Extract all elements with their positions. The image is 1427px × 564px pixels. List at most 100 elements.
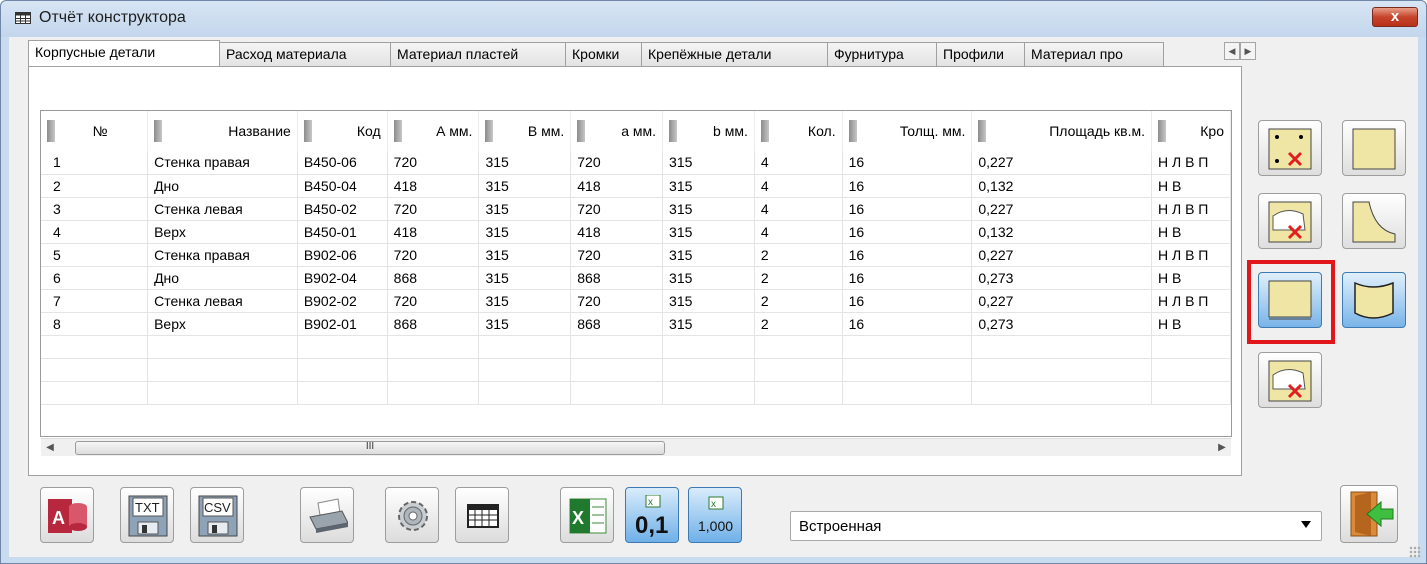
col-header[interactable]: b мм.: [662, 111, 755, 151]
arc-shape-button[interactable]: [1342, 272, 1406, 328]
resize-grip-icon[interactable]: [1409, 546, 1421, 558]
table-cell: B450-01: [297, 220, 388, 244]
tab-edges[interactable]: Кромки: [565, 42, 642, 66]
contour-delete-icon: [1268, 360, 1312, 402]
table-row[interactable]: 3 Стенка левая B450-02 720 315 720 315 4 16 0,227…: [41, 197, 1231, 221]
rectangle-shape-button[interactable]: [1342, 120, 1406, 176]
table-cell: 720: [387, 243, 480, 267]
delete-contour-button-2[interactable]: [1258, 352, 1322, 408]
tab-body-parts[interactable]: Корпусные детали: [28, 40, 220, 66]
curve-shape-icon: [1352, 201, 1396, 243]
table-cell: 4: [754, 197, 843, 221]
tab-hardware[interactable]: Фурнитура: [827, 42, 937, 66]
table-cell: 2: [754, 289, 843, 313]
table-cell: 4: [754, 151, 843, 175]
table-row[interactable]: 1 Стенка правая B450-06 720 315 720 315 4 16 0,22…: [41, 151, 1231, 175]
col-header[interactable]: В мм.: [478, 111, 572, 151]
table-cell: 3: [41, 197, 149, 221]
table-cell: B902-04: [297, 266, 388, 290]
table-cell: B450-02: [297, 197, 388, 221]
panel-icon: [1268, 280, 1312, 320]
empty-cell: [754, 335, 843, 359]
table-cell: Н В: [1151, 312, 1231, 336]
table-row[interactable]: 5 Стенка правая B902-06 720 315 720 315 2 16 0,22…: [41, 243, 1231, 267]
scroll-left-icon[interactable]: ◀: [41, 439, 59, 456]
table-row[interactable]: 4 Верх B450-01 418 315 418 315 4 16 0,132 Н В: [41, 220, 1231, 244]
csv-label: CSV: [204, 500, 231, 515]
tab-scroll-buttons: ◀ ▶: [1224, 42, 1256, 60]
tab-profile-material[interactable]: Материал про: [1024, 42, 1164, 66]
col-header[interactable]: Название: [147, 111, 298, 151]
tab-fasteners[interactable]: Крепёжные детали: [641, 42, 828, 66]
gear-icon: [398, 501, 428, 531]
print-button[interactable]: [300, 487, 354, 543]
delete-contour-button[interactable]: [1258, 193, 1322, 249]
table-cell: 16: [842, 266, 973, 290]
table-row[interactable]: 6 Дно B902-04 868 315 868 315 2 16 0,273 Н В: [41, 266, 1231, 290]
empty-cell: [147, 381, 298, 405]
table-row[interactable]: 8 Верх B902-01 868 315 868 315 2 16 0,273 Н В: [41, 312, 1231, 336]
table-cell: 6: [41, 266, 149, 290]
col-header[interactable]: а мм.: [570, 111, 664, 151]
table-cell: 720: [387, 151, 480, 175]
export-csv-button[interactable]: CSV: [190, 487, 244, 543]
col-header[interactable]: Площадь кв.м.: [971, 111, 1152, 151]
tab-material-usage[interactable]: Расход материала: [219, 42, 391, 66]
table-cell: Стенка правая: [147, 151, 298, 175]
title-bar[interactable]: Отчёт конструктора x: [1, 1, 1426, 37]
table-cell: 0,132: [971, 220, 1152, 244]
col-header[interactable]: Кол.: [754, 111, 843, 151]
col-header[interactable]: Толщ. мм.: [842, 111, 973, 151]
close-button[interactable]: x: [1372, 7, 1418, 27]
table-cell: 315: [478, 312, 572, 336]
export-txt-button[interactable]: TXT: [120, 487, 174, 543]
excel-decimal-icon: x 0,1: [635, 495, 668, 537]
excel-decimal-button[interactable]: x 0,1: [625, 487, 679, 543]
table-cell: 315: [478, 174, 572, 198]
col-header[interactable]: А мм.: [387, 111, 480, 151]
excel-thousand-button[interactable]: x 1,000: [688, 487, 742, 543]
panel-shape-button[interactable]: [1258, 272, 1322, 328]
report-template-select[interactable]: Встроенная: [790, 511, 1322, 541]
tab-scroll-left-icon[interactable]: ◀: [1224, 42, 1240, 60]
table-cell: 720: [570, 243, 664, 267]
table-cell: B450-04: [297, 174, 388, 198]
col-header[interactable]: №: [41, 111, 149, 151]
table-cell: 315: [478, 243, 572, 267]
exit-door-icon: [1350, 491, 1394, 537]
table-cell: Н В: [1151, 220, 1231, 244]
excel-decimal-label: 0,1: [635, 512, 668, 537]
delete-point-button[interactable]: [1258, 120, 1322, 176]
parts-grid[interactable]: № Название Код А мм. В мм. а мм. b мм. К…: [40, 110, 1232, 437]
table-cell: 868: [387, 312, 480, 336]
table-cell: Верх: [147, 220, 298, 244]
table-row[interactable]: 2 Дно B450-04 418 315 418 315 4 16 0,132 Н В: [41, 174, 1231, 198]
arc-shape-icon: [1354, 281, 1394, 319]
chevron-down-icon[interactable]: [1301, 521, 1311, 528]
exit-button[interactable]: [1340, 485, 1398, 543]
table-cell: 418: [387, 174, 480, 198]
tab-profiles[interactable]: Профили: [936, 42, 1025, 66]
table-cell: 4: [754, 220, 843, 244]
table-cell: 4: [41, 220, 149, 244]
col-header[interactable]: Код: [297, 111, 388, 151]
col-header[interactable]: Кро: [1151, 111, 1231, 151]
empty-cell: [662, 335, 755, 359]
settings-button[interactable]: [385, 487, 439, 543]
table-cell: 16: [842, 197, 973, 221]
table-row[interactable]: 7 Стенка левая B902-02 720 315 720 315 2 16 0,227…: [41, 289, 1231, 313]
horizontal-scrollbar[interactable]: ◀ III ▶: [41, 438, 1231, 456]
empty-cell: [387, 381, 480, 405]
empty-cell: [147, 335, 298, 359]
export-access-button[interactable]: A: [40, 487, 94, 543]
scroll-right-icon[interactable]: ▶: [1213, 439, 1231, 456]
export-excel-button[interactable]: X: [560, 487, 614, 543]
scroll-thumb[interactable]: III: [75, 441, 665, 455]
curved-shape-button[interactable]: [1342, 193, 1406, 249]
empty-cell: [41, 381, 149, 405]
tab-scroll-right-icon[interactable]: ▶: [1240, 42, 1256, 60]
table-cell: 0,227: [971, 151, 1152, 175]
table-view-button[interactable]: [455, 487, 509, 543]
tab-sheet-material[interactable]: Материал пластей: [390, 42, 566, 66]
table-cell: 315: [662, 197, 755, 221]
